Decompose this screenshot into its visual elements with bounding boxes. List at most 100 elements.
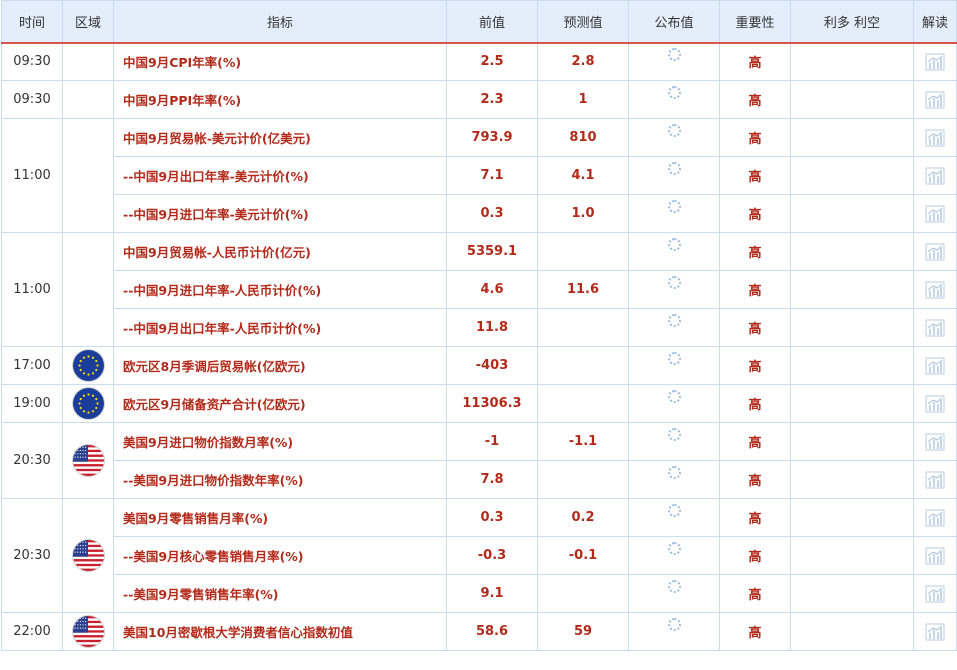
loading-spinner-icon bbox=[667, 162, 681, 175]
table-row: --中国9月进口年率-美元计价(%) 0.3 1.0 高 bbox=[2, 194, 957, 233]
region-cell bbox=[62, 422, 114, 499]
forecast-value: 810 bbox=[537, 118, 629, 157]
loading-spinner-icon bbox=[667, 542, 681, 555]
importance-value: 高 bbox=[719, 422, 791, 461]
chart-report-icon[interactable] bbox=[925, 433, 945, 450]
interpret-cell[interactable] bbox=[913, 194, 957, 233]
interpret-cell[interactable] bbox=[913, 460, 957, 499]
interpret-cell[interactable] bbox=[913, 42, 957, 81]
col-header-time: 时间 bbox=[1, 0, 63, 44]
bullbear-cell bbox=[790, 574, 914, 613]
actual-value bbox=[628, 536, 720, 575]
forecast-value bbox=[537, 384, 629, 423]
bullbear-cell bbox=[790, 422, 914, 461]
indicator-name[interactable]: 欧元区9月储备资产合计(亿欧元) bbox=[113, 384, 447, 423]
bullbear-cell bbox=[790, 346, 914, 385]
interpret-cell[interactable] bbox=[913, 80, 957, 119]
loading-spinner-icon bbox=[667, 200, 681, 213]
time-cell: 09:30 bbox=[1, 42, 63, 81]
time-cell: 20:30 bbox=[1, 422, 63, 499]
table-row: 11:00 中国9月贸易帐-人民币计价(亿元) 5359.1 高 bbox=[1, 232, 957, 347]
importance-value: 高 bbox=[719, 232, 791, 271]
col-header-region: 区域 bbox=[62, 0, 114, 44]
actual-value bbox=[628, 80, 720, 119]
interpret-cell[interactable] bbox=[913, 308, 957, 347]
importance-value: 高 bbox=[719, 80, 791, 119]
indicator-name[interactable]: 美国9月进口物价指数月率(%) bbox=[113, 422, 447, 461]
interpret-cell[interactable] bbox=[913, 270, 957, 309]
chart-report-icon[interactable] bbox=[925, 585, 945, 602]
interpret-cell[interactable] bbox=[913, 384, 957, 423]
bullbear-cell bbox=[790, 194, 914, 233]
chart-report-icon[interactable] bbox=[925, 471, 945, 488]
indicator-name[interactable]: 中国9月贸易帐-美元计价(亿美元) bbox=[113, 118, 447, 157]
previous-value: 2.5 bbox=[446, 42, 538, 81]
interpret-cell[interactable] bbox=[913, 346, 957, 385]
actual-value bbox=[628, 460, 720, 499]
indicator-name[interactable]: --中国9月进口年率-人民币计价(%) bbox=[113, 270, 447, 309]
previous-value: 7.1 bbox=[446, 156, 538, 195]
interpret-cell[interactable] bbox=[913, 232, 957, 271]
importance-value: 高 bbox=[719, 308, 791, 347]
indicator-name[interactable]: 欧元区8月季调后贸易帐(亿欧元) bbox=[113, 346, 447, 385]
indicator-name[interactable]: 中国9月CPI年率(%) bbox=[113, 42, 447, 81]
chart-report-icon[interactable] bbox=[925, 91, 945, 108]
chart-report-icon[interactable] bbox=[925, 319, 945, 336]
chart-report-icon[interactable] bbox=[925, 357, 945, 374]
loading-spinner-icon bbox=[667, 428, 681, 441]
col-header-indicator: 指标 bbox=[113, 0, 447, 44]
importance-value: 高 bbox=[719, 536, 791, 575]
interpret-cell[interactable] bbox=[913, 498, 957, 537]
indicator-name[interactable]: 美国10月密歇根大学消费者信心指数初值 bbox=[113, 612, 447, 651]
importance-value: 高 bbox=[719, 574, 791, 613]
indicator-name[interactable]: --中国9月出口年率-美元计价(%) bbox=[113, 156, 447, 195]
interpret-cell[interactable] bbox=[913, 422, 957, 461]
region-cell bbox=[62, 232, 114, 347]
us-flag-icon bbox=[72, 445, 104, 476]
table-row: --中国9月出口年率-美元计价(%) 7.1 4.1 高 bbox=[2, 156, 957, 195]
chart-report-icon[interactable] bbox=[925, 395, 945, 412]
chart-report-icon[interactable] bbox=[925, 53, 945, 71]
interpret-cell[interactable] bbox=[913, 574, 957, 613]
importance-value: 高 bbox=[719, 498, 791, 537]
indicator-name[interactable]: --中国9月进口年率-美元计价(%) bbox=[113, 194, 447, 233]
forecast-value bbox=[537, 346, 629, 385]
interpret-cell[interactable] bbox=[913, 536, 957, 575]
interpret-cell[interactable] bbox=[913, 612, 957, 651]
chart-report-icon[interactable] bbox=[925, 509, 945, 526]
previous-value: 7.8 bbox=[446, 460, 538, 499]
region-cell bbox=[62, 346, 114, 385]
time-cell: 22:00 bbox=[1, 612, 63, 651]
indicator-name[interactable]: --美国9月零售销售年率(%) bbox=[113, 574, 447, 613]
chart-report-icon[interactable] bbox=[925, 547, 945, 564]
chart-report-icon[interactable] bbox=[925, 243, 945, 260]
table-row: 17:00 欧元区8月季调后贸易帐(亿欧元) -403 高 bbox=[1, 346, 957, 385]
table-header-row: 时间 区域 指标 前值 预测值 公布值 重要性 利多 利空 解读 bbox=[1, 0, 957, 44]
actual-value bbox=[628, 156, 720, 195]
loading-spinner-icon bbox=[667, 86, 681, 99]
region-cell bbox=[62, 612, 114, 651]
chart-report-icon[interactable] bbox=[925, 167, 945, 184]
indicator-name[interactable]: --中国9月出口年率-人民币计价(%) bbox=[113, 308, 447, 347]
loading-spinner-icon bbox=[667, 390, 681, 403]
interpret-cell[interactable] bbox=[913, 118, 957, 157]
bullbear-cell bbox=[790, 308, 914, 347]
col-header-forecast: 预测值 bbox=[537, 0, 629, 44]
loading-spinner-icon bbox=[667, 618, 681, 631]
table-row: --美国9月核心零售销售月率(%) -0.3 -0.1 高 bbox=[2, 536, 957, 575]
indicator-name[interactable]: --美国9月进口物价指数年率(%) bbox=[113, 460, 447, 499]
interpret-cell[interactable] bbox=[913, 156, 957, 195]
chart-report-icon[interactable] bbox=[925, 205, 945, 222]
indicator-name[interactable]: 中国9月PPI年率(%) bbox=[113, 80, 447, 119]
indicator-name[interactable]: 中国9月贸易帐-人民币计价(亿元) bbox=[113, 232, 447, 271]
region-cell bbox=[62, 80, 114, 119]
previous-value: -1 bbox=[446, 422, 538, 461]
chart-report-icon[interactable] bbox=[925, 281, 945, 298]
indicator-name[interactable]: --美国9月核心零售销售月率(%) bbox=[113, 536, 447, 575]
time-cell: 19:00 bbox=[1, 384, 63, 423]
chart-report-icon[interactable] bbox=[925, 623, 945, 640]
indicator-name[interactable]: 美国9月零售销售月率(%) bbox=[113, 498, 447, 537]
chart-report-icon[interactable] bbox=[925, 129, 945, 146]
importance-value: 高 bbox=[719, 346, 791, 385]
actual-value bbox=[628, 346, 720, 385]
